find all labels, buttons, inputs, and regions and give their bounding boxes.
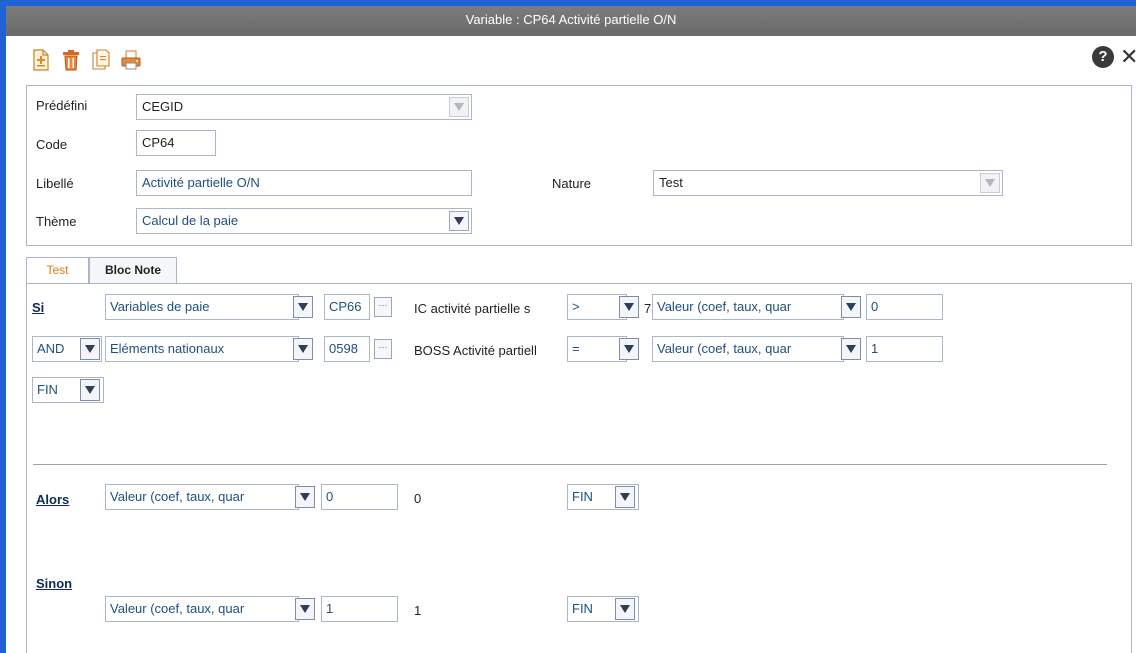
si-row1-value-value: 0 — [871, 299, 879, 314]
code-input[interactable]: CP64 — [136, 130, 216, 156]
copy-icon[interactable] — [90, 48, 112, 72]
theme-value: Calcul de la paie — [142, 213, 239, 228]
si-row1-operator-select[interactable]: > — [567, 294, 627, 320]
si-row1-value-input[interactable]: 0 — [866, 294, 943, 320]
nature-select[interactable]: Test — [653, 170, 1003, 196]
si-row1-code-value: CP66 — [329, 299, 362, 314]
si-row3-connector-value: FIN — [37, 382, 58, 397]
nature-value: Test — [659, 175, 683, 190]
alors-title: Alors — [36, 492, 70, 507]
si-row1-lookup-button[interactable]: ··· — [374, 297, 392, 317]
si-row1-description: IC activité partielle s — [414, 301, 531, 316]
si-row2-operator-value: = — [572, 341, 580, 356]
si-row1-value-type-select[interactable]: Valeur (coef, taux, quar — [652, 294, 844, 320]
alors-end-dropdown-icon[interactable] — [615, 486, 635, 508]
alors-value-value: 0 — [326, 489, 334, 504]
sinon-title: Sinon — [36, 576, 73, 591]
si-row2-value-input[interactable]: 1 — [866, 336, 943, 362]
sinon-result: 1 — [414, 603, 422, 618]
si-row2-value-type-select[interactable]: Valeur (coef, taux, quar — [652, 336, 844, 362]
close-icon[interactable]: ✕ — [1120, 46, 1136, 68]
sinon-value-type-select[interactable]: Valeur (coef, taux, quar — [105, 596, 299, 622]
alors-end-value: FIN — [572, 489, 593, 504]
si-row1-source-select[interactable]: Variables de paie — [105, 294, 299, 320]
window-title: Variable : CP64 Activité partielle O/N — [6, 6, 1136, 36]
nature-dropdown-icon[interactable] — [980, 173, 1000, 193]
si-row2-connector-value: AND — [37, 341, 65, 356]
si-row2-operator-select[interactable]: = — [567, 336, 627, 362]
si-row1-code-input[interactable]: CP66 — [324, 294, 370, 320]
sinon-value-type-value: Valeur (coef, taux, quar — [110, 601, 245, 616]
si-row2-code-input[interactable]: 0598 — [324, 336, 370, 362]
alors-value-input[interactable]: 0 — [321, 484, 398, 510]
help-icon[interactable]: ? — [1092, 46, 1114, 68]
alors-value-type-select[interactable]: Valeur (coef, taux, quar — [105, 484, 299, 510]
section-divider — [33, 464, 1107, 465]
si-row2-value-type-value: Valeur (coef, taux, quar — [657, 341, 792, 356]
test-panel: Si Variables de paie CP66 ··· IC activit… — [26, 283, 1132, 653]
si-row1-value-type-dropdown-icon[interactable] — [841, 296, 861, 318]
si-row2-source-dropdown-icon[interactable] — [293, 338, 313, 360]
si-title: Si — [32, 300, 45, 315]
si-row2-connector-dropdown-icon[interactable] — [80, 338, 100, 360]
new-document-icon[interactable] — [30, 48, 52, 72]
theme-select[interactable]: Calcul de la paie — [136, 208, 472, 234]
libelle-value: Activité partielle O/N — [142, 175, 260, 190]
theme-dropdown-icon[interactable] — [449, 211, 469, 231]
predefini-label: Prédéfini — [36, 98, 88, 113]
nature-label: Nature — [552, 176, 592, 191]
tab-test[interactable]: Test — [26, 257, 89, 285]
alors-value-type-dropdown-icon[interactable] — [295, 486, 315, 508]
si-row1-source-dropdown-icon[interactable] — [293, 296, 313, 318]
libelle-label: Libellé — [36, 176, 74, 191]
print-icon[interactable] — [120, 48, 142, 72]
header-panel: Prédéfini CEGID Code CP64 Libellé Activi… — [26, 85, 1132, 246]
si-row1-operator-dropdown-icon[interactable] — [619, 296, 639, 318]
sinon-value-value: 1 — [326, 601, 334, 616]
si-row2-source-select[interactable]: Eléments nationaux — [105, 336, 299, 362]
alors-value-type-value: Valeur (coef, taux, quar — [110, 489, 245, 504]
code-value: CP64 — [142, 135, 175, 150]
si-row1-source-value: Variables de paie — [110, 299, 210, 314]
si-row3-connector-dropdown-icon[interactable] — [80, 379, 100, 401]
predefini-dropdown-icon[interactable] — [449, 97, 469, 117]
si-row2-value-type-dropdown-icon[interactable] — [841, 338, 861, 360]
si-row2-lookup-button[interactable]: ··· — [374, 339, 392, 359]
sinon-value-input[interactable]: 1 — [321, 596, 398, 622]
code-label: Code — [36, 137, 68, 152]
sinon-end-dropdown-icon[interactable] — [615, 598, 635, 620]
predefini-select[interactable]: CEGID — [136, 94, 472, 120]
si-row1-operator-value: > — [572, 299, 580, 314]
alors-result: 0 — [414, 491, 422, 506]
si-row1-value-type-value: Valeur (coef, taux, quar — [657, 299, 792, 314]
toolbar: ? ✕ — [6, 36, 1136, 82]
libelle-input[interactable]: Activité partielle O/N — [136, 170, 472, 196]
sinon-end-value: FIN — [572, 601, 593, 616]
sinon-value-type-dropdown-icon[interactable] — [295, 598, 315, 620]
si-row2-description: BOSS Activité partiell — [414, 343, 537, 358]
si-row2-operator-dropdown-icon[interactable] — [619, 338, 639, 360]
theme-label: Thème — [36, 214, 77, 229]
si-row2-value-value: 1 — [871, 341, 879, 356]
si-row2-source-value: Eléments nationaux — [110, 341, 225, 356]
si-row2-code-value: 0598 — [329, 341, 358, 356]
delete-icon[interactable] — [60, 48, 82, 72]
tab-bloc-note[interactable]: Bloc Note — [89, 257, 177, 284]
predefini-value: CEGID — [142, 99, 184, 114]
